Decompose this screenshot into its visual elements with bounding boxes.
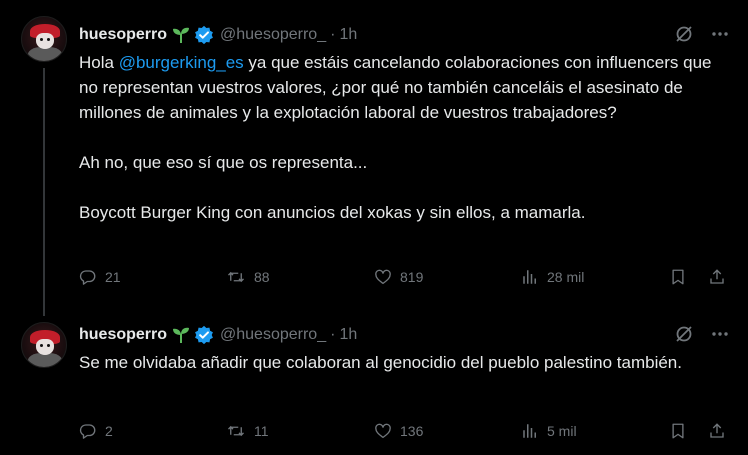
mention-link[interactable]: @burgerking_es	[119, 53, 244, 72]
bookmark-icon	[672, 423, 684, 439]
handle[interactable]: @huesoperro_	[220, 326, 326, 344]
grok-icon[interactable]	[674, 324, 694, 344]
repost-count: 88	[254, 269, 270, 285]
like-icon	[375, 423, 391, 439]
reply-count: 21	[105, 269, 121, 285]
handle[interactable]: @huesoperro_	[220, 26, 326, 44]
more-icon[interactable]	[710, 24, 730, 44]
like-count: 819	[400, 269, 424, 285]
thread-line	[43, 68, 45, 316]
bookmark-button[interactable]	[669, 420, 687, 442]
action-bar: 2 11 136 5 mil	[79, 420, 729, 442]
more-icon[interactable]	[710, 324, 730, 344]
repost-icon	[228, 271, 244, 283]
like-count: 136	[400, 423, 424, 439]
avatar[interactable]	[21, 16, 67, 62]
reply-button[interactable]: 21	[79, 266, 121, 288]
bookmark-button[interactable]	[669, 266, 687, 288]
share-button[interactable]	[708, 266, 726, 288]
views-count: 28 mil	[547, 269, 585, 285]
tweet-text: Se me olvidaba añadir que colaboran al g…	[79, 350, 729, 375]
repost-button[interactable]: 88	[226, 266, 270, 288]
like-button[interactable]: 819	[374, 266, 423, 288]
share-button[interactable]	[708, 420, 726, 442]
views-button[interactable]: 28 mil	[521, 266, 584, 288]
reply-icon	[79, 270, 96, 285]
views-button[interactable]: 5 mil	[521, 420, 577, 442]
share-icon	[710, 269, 724, 284]
action-bar: 21 88 819 28 mil	[79, 266, 729, 288]
like-icon	[375, 269, 391, 285]
tweet[interactable]: huesoperro @huesoperro_ · 1h Hola @burge…	[0, 0, 748, 316]
reply-button[interactable]: 2	[79, 420, 113, 442]
reply-count: 2	[105, 423, 113, 439]
views-icon	[523, 424, 536, 438]
verified-badge-icon[interactable]	[194, 25, 214, 45]
sprout-icon	[172, 326, 190, 344]
verified-badge-icon[interactable]	[194, 325, 214, 345]
tweet-paragraph: Se me olvidaba añadir que colaboran al g…	[79, 353, 682, 372]
display-name[interactable]: huesoperro	[79, 326, 167, 344]
tweet-header: huesoperro @huesoperro_ · 1h	[79, 24, 357, 46]
separator-dot: ·	[330, 326, 336, 343]
sprout-icon	[172, 26, 190, 44]
separator-dot: ·	[330, 26, 336, 43]
tweet-paragraph: Ah no, que eso sí que os representa...	[79, 153, 368, 172]
tweet[interactable]: huesoperro @huesoperro_ · 1h Se me olvid…	[0, 306, 748, 455]
timestamp[interactable]: 1h	[339, 326, 357, 344]
reply-icon	[79, 424, 96, 439]
timestamp[interactable]: 1h	[339, 26, 357, 44]
views-icon	[523, 270, 536, 284]
tweet-paragraph: Boycott Burger King con anuncios del xok…	[79, 203, 586, 222]
repost-button[interactable]: 11	[226, 420, 269, 442]
views-count: 5 mil	[547, 423, 577, 439]
bookmark-icon	[672, 269, 684, 285]
grok-icon[interactable]	[674, 24, 694, 44]
tweet-paragraph: Hola @burgerking_es ya que estáis cancel…	[79, 53, 712, 122]
repost-count: 11	[254, 423, 269, 439]
tweet-text: Hola @burgerking_es ya que estáis cancel…	[79, 50, 729, 225]
share-icon	[710, 423, 724, 438]
tweet-header: huesoperro @huesoperro_ · 1h	[79, 324, 357, 346]
like-button[interactable]: 136	[374, 420, 423, 442]
avatar[interactable]	[21, 322, 67, 368]
repost-icon	[228, 425, 244, 437]
display-name[interactable]: huesoperro	[79, 26, 167, 44]
